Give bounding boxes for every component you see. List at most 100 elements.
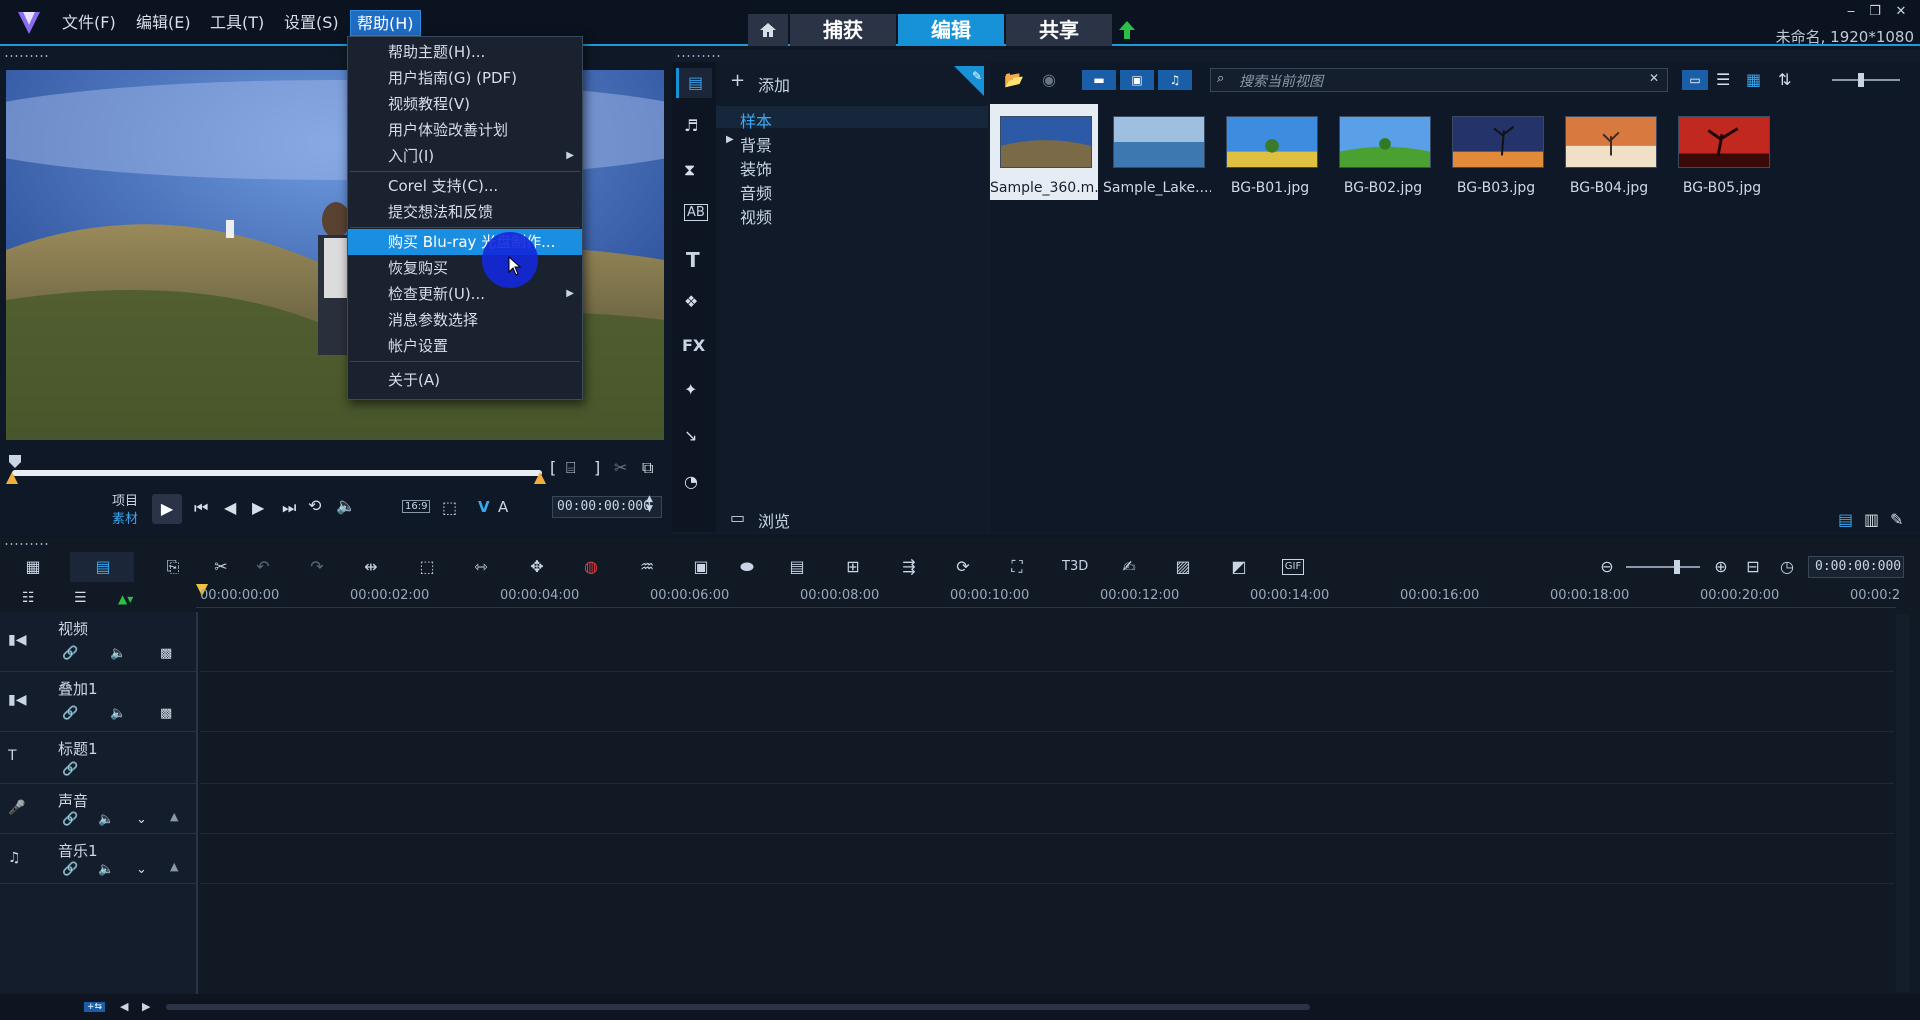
mark-out-icon[interactable]: [534, 472, 546, 484]
fx-filter-icon[interactable]: FX: [682, 336, 705, 355]
menu-item-getting-started[interactable]: 入门(I) ▶: [348, 143, 582, 169]
link-icon[interactable]: 🔗: [62, 762, 78, 777]
transition-icon[interactable]: ⧗: [684, 160, 695, 180]
menu-item-user-guide[interactable]: 用户指南(G) (PDF): [348, 65, 582, 91]
browse-label[interactable]: 浏览: [758, 508, 790, 532]
menu-settings[interactable]: 设置(S): [278, 10, 345, 36]
thumbnail-size-slider[interactable]: [1832, 79, 1900, 81]
video-lane[interactable]: [200, 612, 1894, 672]
thumb-bg-b05[interactable]: BG-B05.jpg: [1668, 104, 1776, 200]
start-marker-icon[interactable]: [8, 454, 22, 470]
track-video[interactable]: ▮◀ 视频 🔗 🔈 ▩: [0, 612, 198, 672]
close-icon[interactable]: ✕: [1892, 4, 1910, 20]
link-icon[interactable]: 🔗: [62, 862, 78, 877]
panel-layout-icon-2[interactable]: ▥: [1864, 510, 1879, 529]
audio-mixer-icon[interactable]: ♒: [636, 556, 658, 578]
trim-icon[interactable]: ⌸: [566, 458, 576, 478]
3d-title-icon[interactable]: T3D: [1062, 556, 1088, 578]
copy-attributes-icon[interactable]: ⎘: [162, 556, 184, 578]
add-marker-icon[interactable]: ▲▾: [118, 592, 133, 606]
link-icon[interactable]: 🔗: [62, 646, 78, 661]
search-box[interactable]: ⌕ 搜索当前视图 ✕: [1210, 68, 1668, 92]
record-voice-icon[interactable]: ◍: [580, 556, 602, 578]
menu-item-corel-support[interactable]: Corel 支持(C)...: [348, 173, 582, 199]
tools-icon[interactable]: ✂: [210, 556, 232, 578]
fit-timeline-icon[interactable]: ⊟: [1742, 556, 1764, 578]
thumbnail-view-icon[interactable]: ▭: [1682, 70, 1708, 90]
gif-creator-icon[interactable]: GIF: [1282, 559, 1304, 575]
list-view-icon[interactable]: ☰: [1716, 70, 1730, 89]
track-volume-icon[interactable]: 🔈: [98, 812, 114, 827]
motion-effect-icon[interactable]: ✦: [684, 380, 697, 399]
split-screen-icon[interactable]: ⊞: [842, 556, 864, 578]
tree-item-video[interactable]: 视频: [740, 204, 772, 228]
title-text-icon[interactable]: T: [686, 248, 700, 272]
track-overlay[interactable]: ▮◀ 叠加1 🔗 🔈 ▩: [0, 672, 198, 732]
go-to-start-icon[interactable]: ⏮: [194, 498, 208, 518]
mark-in-bracket-icon[interactable]: [: [550, 458, 556, 477]
menu-help[interactable]: 帮助(H): [350, 10, 421, 36]
sort-icon[interactable]: ⇅: [1778, 70, 1791, 89]
undo-icon[interactable]: ↶: [252, 556, 274, 578]
timecode-stepper-icon[interactable]: ▲ ▼: [646, 494, 653, 514]
browse-icon[interactable]: ▭: [730, 508, 745, 527]
tab-capture[interactable]: 捕获: [790, 14, 896, 46]
menu-item-feedback[interactable]: 提交想法和反馈: [348, 199, 582, 225]
previous-frame-icon[interactable]: ◀: [224, 498, 236, 517]
expand-arrow-icon[interactable]: ▶: [726, 134, 734, 145]
timeline-timecode[interactable]: 0:00:00:000: [1808, 556, 1904, 578]
path-icon[interactable]: ↘: [684, 426, 697, 445]
title-editor-icon[interactable]: ▤: [786, 556, 808, 578]
menu-tools[interactable]: 工具(T): [204, 10, 270, 36]
thumb-bg-b02[interactable]: BG-B02.jpg: [1329, 104, 1437, 200]
ducking-icon[interactable]: ⌄: [136, 812, 147, 827]
play-button[interactable]: ▶: [152, 494, 182, 524]
panel-grip[interactable]: [4, 542, 50, 546]
clip-mode-label[interactable]: 素材: [112, 508, 138, 527]
timeline-ruler[interactable]: 00:00:00:00 00:00:02:00 00:00:04:00 00:0…: [196, 584, 1900, 608]
menu-item-restore-purchase[interactable]: 恢复购买: [348, 255, 582, 281]
project-mode-label[interactable]: 项目: [112, 490, 138, 509]
track-volume-icon[interactable]: 🔈: [110, 706, 126, 721]
menu-edit[interactable]: 编辑(E): [130, 10, 197, 36]
thumb-bg-b01[interactable]: BG-B01.jpg: [1216, 104, 1324, 200]
show-video-icon[interactable]: ▬: [1082, 70, 1116, 90]
thumb-sample-lake[interactable]: Sample_Lake....: [1103, 104, 1211, 200]
link-icon[interactable]: 🔗: [62, 812, 78, 827]
import-folder-icon[interactable]: 📂: [1004, 70, 1024, 89]
clear-search-icon[interactable]: ✕: [1649, 71, 1659, 85]
tree-item-audio[interactable]: 音频: [740, 180, 772, 204]
zoom-in-icon[interactable]: ⊕: [1710, 556, 1732, 578]
media-icon[interactable]: ▤: [676, 68, 712, 98]
menu-item-account-settings[interactable]: 帐户设置: [348, 333, 582, 359]
show-audio-icon[interactable]: ♫: [1158, 70, 1192, 90]
expand-track-icon[interactable]: ▲: [170, 860, 178, 873]
scrubber-bar[interactable]: [12, 470, 542, 476]
pan-zoom-icon[interactable]: ⬚: [416, 556, 438, 578]
tree-item-backgrounds[interactable]: 背景: [740, 132, 772, 156]
split-clip-icon[interactable]: ✂: [614, 458, 627, 477]
menu-item-check-updates[interactable]: 检查更新(U)... ▶: [348, 281, 582, 307]
voice-lane[interactable]: [200, 784, 1894, 834]
panel-grip[interactable]: [4, 54, 50, 58]
vertical-scrollbar[interactable]: [1896, 614, 1910, 992]
display-mode-icon[interactable]: ⬚: [442, 498, 457, 517]
timeline-view-icon[interactable]: ▤: [92, 556, 114, 578]
adjust-icon[interactable]: ◩: [1228, 556, 1250, 578]
scroll-right-icon[interactable]: ▶: [142, 1000, 150, 1013]
graphics-icon[interactable]: ❖: [684, 292, 698, 311]
tab-edit[interactable]: 编辑: [898, 14, 1004, 46]
track-options-icon[interactable]: ▩: [160, 706, 172, 721]
track-volume-icon[interactable]: 🔈: [110, 646, 126, 661]
track-music[interactable]: ♫ 音乐1 🔗 🔈 ⌄ ▲: [0, 834, 198, 884]
mask-creator-icon[interactable]: ⟳: [952, 556, 974, 578]
thumb-sample-360[interactable]: Sample_360.m...: [990, 104, 1098, 200]
audio-track-toggle-icon[interactable]: A: [498, 498, 508, 516]
volume-icon[interactable]: 🔈: [336, 496, 356, 515]
subtitle-editor-icon[interactable]: ▣: [690, 556, 712, 578]
show-photo-icon[interactable]: ▣: [1120, 70, 1154, 90]
track-volume-icon[interactable]: 🔈: [98, 862, 114, 877]
search-input[interactable]: 搜索当前视图: [1239, 71, 1323, 91]
multi-trim-icon[interactable]: ✥: [526, 556, 548, 578]
next-frame-icon[interactable]: ▶: [252, 498, 264, 517]
